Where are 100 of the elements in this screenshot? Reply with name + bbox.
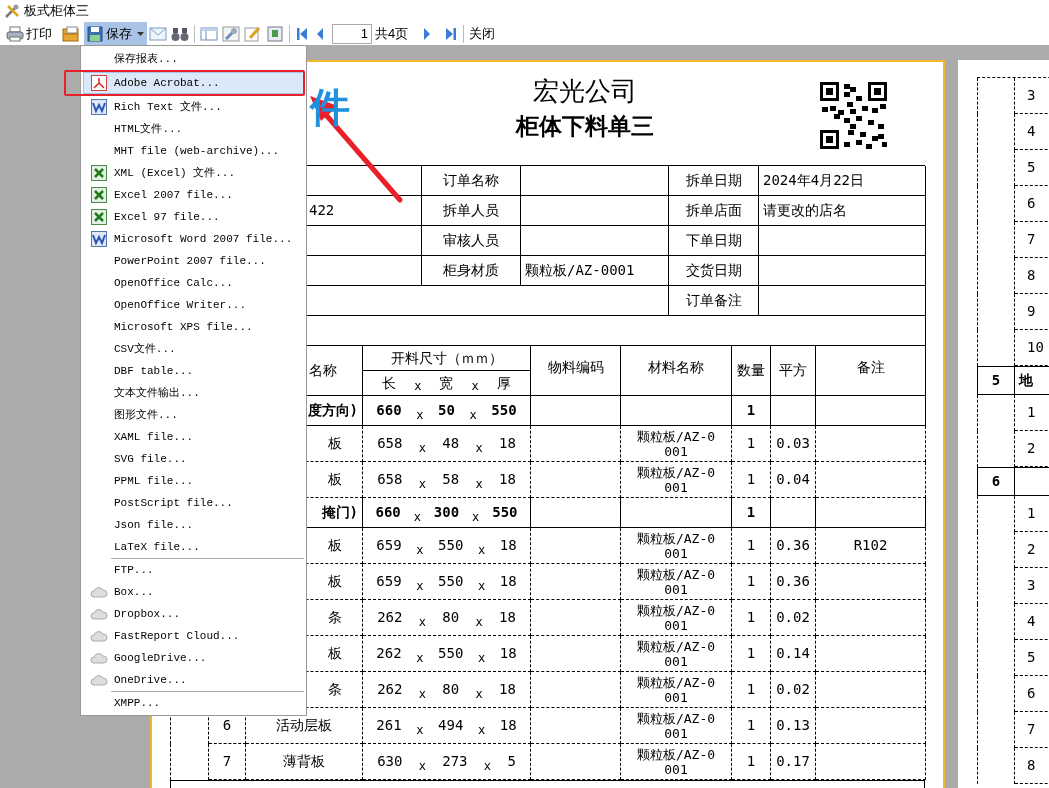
dimension-value: 18 (499, 536, 517, 555)
quantity: 1 (746, 644, 756, 663)
folder-icon (62, 25, 80, 42)
menu-item[interactable]: Box... (83, 581, 304, 603)
menu-item[interactable]: Rich Text 文件... (83, 96, 304, 118)
row-number: 7 (222, 752, 232, 771)
close-button[interactable]: 关闭 (467, 22, 498, 45)
menu-item[interactable]: XAML file... (83, 426, 304, 448)
row-number: 6 (1027, 684, 1036, 703)
menu-item[interactable]: Json file... (83, 514, 304, 536)
menu-item[interactable]: 图形文件... (83, 404, 304, 426)
menu-item[interactable]: FTP... (83, 559, 304, 581)
tools-icon (4, 3, 20, 19)
menu-item[interactable]: Dropbox... (83, 603, 304, 625)
times-sign: x (418, 685, 426, 703)
menu-item[interactable]: Excel 97 file... (83, 206, 304, 228)
part-name: 薄背板 (283, 752, 325, 771)
order-value: 422 (309, 201, 335, 220)
times-sign: x (416, 649, 424, 667)
field-label: 订单名称 (443, 171, 499, 190)
row-number: 2 (1027, 439, 1036, 458)
quantity: 1 (746, 503, 756, 522)
spreadsheet-icon (91, 165, 107, 181)
row-number: 5 (1027, 158, 1036, 177)
dimension-value: 658 (377, 470, 403, 489)
menu-item[interactable]: OneDrive... (83, 669, 304, 691)
material-name: 颗粒板/AZ-0001 (635, 566, 717, 597)
dimension-value: 550 (492, 503, 518, 522)
quantity: 1 (746, 716, 756, 735)
menu-item[interactable]: XML (Excel) 文件... (83, 162, 304, 184)
times-sign: x (477, 541, 486, 559)
menu-item[interactable]: LaTeX file... (83, 536, 304, 558)
dimension-value: 262 (377, 608, 403, 627)
dimension-value: 261 (376, 716, 402, 735)
menu-item[interactable]: OpenOffice Calc... (83, 272, 304, 294)
menu-item[interactable]: Adobe Acrobat... (83, 72, 304, 94)
area-value: 0.13 (776, 716, 810, 735)
group-name: 掩门) (321, 503, 358, 522)
menu-item[interactable]: XMPP... (83, 692, 304, 714)
column-header: 材料名称 (648, 358, 704, 377)
column-header: 平方 (779, 361, 807, 380)
menu-item[interactable]: CSV文件... (83, 338, 304, 360)
times-sign: x (477, 649, 486, 667)
times-sign: x (416, 577, 424, 595)
times-sign: x (414, 378, 422, 395)
column-header: 开料尺寸（ｍｍ） (390, 348, 503, 368)
menu-item[interactable]: Microsoft XPS file... (83, 316, 304, 338)
menu-item[interactable]: PostScript file... (83, 492, 304, 514)
menu-item[interactable]: Microsoft Word 2007 file... (83, 228, 304, 250)
menu-item[interactable]: SVG file... (83, 448, 304, 470)
material-name: 颗粒板/AZ-0001 (635, 464, 717, 495)
page-number-field[interactable]: 1 (332, 23, 372, 44)
column-header: 物料编码 (547, 358, 604, 377)
row-number: 2 (1027, 540, 1036, 559)
menu-item[interactable]: OpenOffice Writer... (83, 294, 304, 316)
menu-item[interactable]: PPML file... (83, 470, 304, 492)
menu-item[interactable]: Excel 2007 file... (83, 184, 304, 206)
dimension-value: 58 (442, 470, 460, 489)
cloud-icon (90, 630, 108, 642)
envelope-icon (149, 26, 167, 41)
row-number: 5 (1027, 648, 1036, 667)
wrench-icon (222, 25, 240, 42)
menu-item[interactable]: 保存报表... (83, 48, 304, 70)
dimension-value: 660 (376, 401, 402, 420)
material-name: 颗粒板/AZ-0001 (635, 428, 717, 459)
field-value: 请更改的店名 (763, 201, 847, 220)
area-value: 0.14 (776, 644, 810, 663)
row-number: 3 (1027, 86, 1036, 105)
column-header: 数量 (737, 361, 765, 380)
menu-item[interactable]: DBF table... (83, 360, 304, 382)
row-number: 1 (1027, 504, 1036, 523)
row-number: 6 (1027, 194, 1036, 213)
field-label: 拆单店面 (685, 201, 742, 220)
save-button[interactable]: 保存 (84, 22, 147, 45)
menu-item[interactable]: FastReport Cloud... (83, 625, 304, 647)
dimension-value: 630 (377, 752, 403, 771)
row-number: 8 (1027, 266, 1036, 285)
dimension-value: 262 (376, 644, 402, 663)
dimension-value: 659 (376, 536, 402, 555)
print-button[interactable]: 打印 (4, 22, 54, 45)
area-value: 0.36 (776, 572, 810, 591)
menu-item[interactable]: GoogleDrive... (83, 647, 304, 669)
menu-item[interactable]: MHT file (web-archive)... (83, 140, 304, 162)
first-page-icon (295, 26, 309, 41)
quantity: 1 (746, 470, 756, 489)
times-sign: x (416, 721, 424, 739)
menu-item[interactable]: PowerPoint 2007 file... (83, 250, 304, 272)
group-number: 5 (991, 371, 1001, 390)
row-number: 7 (1027, 720, 1036, 739)
menu-item[interactable]: HTML文件... (83, 118, 304, 140)
quantity: 1 (746, 401, 756, 420)
menu-item[interactable]: 文本文件输出... (83, 382, 304, 404)
pdf-icon (91, 75, 107, 91)
row-number: 1 (1027, 403, 1036, 422)
field-label: 交货日期 (685, 261, 742, 280)
area-value: 0.17 (776, 752, 810, 771)
area-value: 0.02 (776, 680, 810, 699)
field-label: 下单日期 (685, 231, 742, 250)
dimension-value: 18 (498, 470, 516, 489)
column-header: 厚 (496, 373, 511, 393)
